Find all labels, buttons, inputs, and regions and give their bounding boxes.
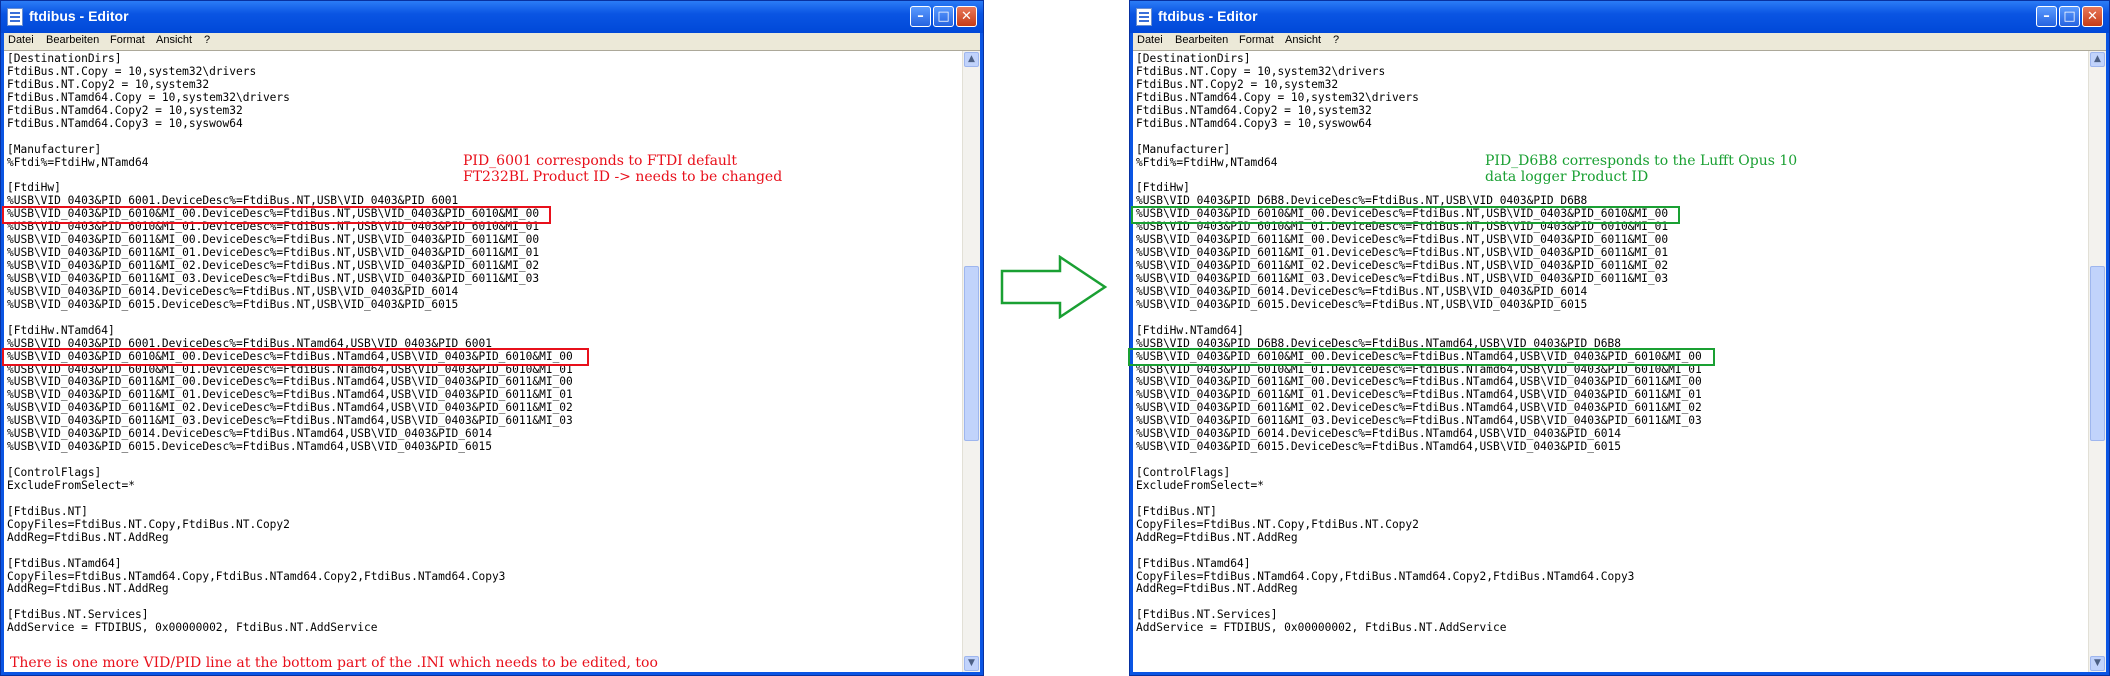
close-icon[interactable]: ✕ xyxy=(956,6,977,27)
text-line[interactable]: %USB\VID_0403&PID_6011&MI_03.DeviceDesc%… xyxy=(1136,272,2086,286)
text-line[interactable]: %USB\VID_0403&PID_6015.DeviceDesc%=FtdiB… xyxy=(7,298,960,312)
text-line[interactable] xyxy=(7,454,960,467)
editor-text[interactable]: [DestinationDirs] FtdiBus.NT.Copy = 10,sy… xyxy=(7,53,960,672)
menu-bearbeiten[interactable]: Bearbeiten xyxy=(1175,34,1228,46)
text-line[interactable]: CopyFiles=FtdiBus.NT.Copy,FtdiBus.NT.Cop… xyxy=(1136,518,2086,532)
text-line[interactable]: AddReg=FtdiBus.NT.AddReg xyxy=(7,582,960,596)
text-line[interactable]: FtdiBus.NT.Copy = 10,system32\drivers xyxy=(1136,65,2086,79)
text-line[interactable]: CopyFiles=FtdiBus.NT.Copy,FtdiBus.NT.Cop… xyxy=(7,518,960,532)
close-icon[interactable]: ✕ xyxy=(2082,6,2103,27)
text-line[interactable]: AddService = FTDIBUS, 0x00000002, FtdiBu… xyxy=(7,621,960,635)
text-line[interactable]: FtdiBus.NT.Copy2 = 10,system32 xyxy=(1136,78,2086,92)
title-bar[interactable]: ftdibus - Editor – □ ✕ xyxy=(1130,1,2109,33)
notepad-icon xyxy=(7,8,23,26)
text-line[interactable]: %USB\VID_0403&PID_6010&MI_00.DeviceDesc%… xyxy=(1136,350,2086,364)
annotation-pid-d6b8: PID_D6B8 corresponds to the Lufft Opus 1… xyxy=(1485,153,1798,185)
text-line[interactable]: %USB\VID_0403&PID_6015.DeviceDesc%=FtdiB… xyxy=(7,440,960,454)
text-line[interactable]: [DestinationDirs] xyxy=(7,53,960,66)
text-line[interactable]: FtdiBus.NTamd64.Copy3 = 10,syswow64 xyxy=(7,117,960,131)
text-line[interactable] xyxy=(1136,596,2086,609)
text-line[interactable] xyxy=(1136,312,2086,325)
text-line[interactable]: %USB\VID_0403&PID_6010&MI_00.DeviceDesc%… xyxy=(7,350,960,364)
menu-datei[interactable]: Datei xyxy=(8,34,34,46)
text-line[interactable]: FtdiBus.NT.Copy = 10,system32\drivers xyxy=(7,65,960,79)
minimize-icon[interactable]: – xyxy=(2036,6,2057,27)
text-line[interactable]: [FtdiBus.NT] xyxy=(7,505,960,519)
menu-ansicht[interactable]: Ansicht xyxy=(1285,34,1321,46)
scroll-up-icon[interactable]: ▲ xyxy=(2090,52,2105,67)
minimize-icon[interactable]: – xyxy=(910,6,931,27)
text-line[interactable]: AddReg=FtdiBus.NT.AddReg xyxy=(1136,582,2086,596)
text-line[interactable] xyxy=(1136,454,2086,467)
text-line[interactable]: %USB\VID_0403&PID_6014.DeviceDesc%=FtdiB… xyxy=(7,285,960,299)
text-line[interactable] xyxy=(1136,131,2086,144)
annotation-pid-6001: PID_6001 corresponds to FTDI default FT2… xyxy=(463,153,783,185)
vertical-scrollbar[interactable]: ▲ ▼ xyxy=(962,51,980,672)
text-line[interactable]: [FtdiBus.NTamd64] xyxy=(1136,557,2086,571)
text-line[interactable]: %USB\VID_0403&PID_6011&MI_03.DeviceDesc%… xyxy=(7,272,960,286)
text-line[interactable]: FtdiBus.NTamd64.Copy2 = 10,system32 xyxy=(1136,104,2086,118)
menu-datei[interactable]: Datei xyxy=(1137,34,1163,46)
window-title: ftdibus - Editor xyxy=(1158,8,1258,24)
menu-format[interactable]: Format xyxy=(1239,34,1274,46)
text-line[interactable]: FtdiBus.NTamd64.Copy3 = 10,syswow64 xyxy=(1136,117,2086,131)
title-bar[interactable]: ftdibus - Editor – □ ✕ xyxy=(1,1,983,33)
menu-help[interactable]: ? xyxy=(1333,34,1339,46)
scroll-down-icon[interactable]: ▼ xyxy=(964,656,979,671)
text-line[interactable]: AddReg=FtdiBus.NT.AddReg xyxy=(7,531,960,545)
menu-bar: Datei Bearbeiten Format Ansicht ? xyxy=(4,33,980,50)
text-line[interactable]: %USB\VID_0403&PID_D6B8.DeviceDesc%=FtdiB… xyxy=(1136,337,2086,351)
menu-bearbeiten[interactable]: Bearbeiten xyxy=(46,34,99,46)
text-line[interactable] xyxy=(1136,545,2086,558)
text-line[interactable]: ExcludeFromSelect=* xyxy=(7,479,960,493)
text-editor[interactable]: [DestinationDirs] FtdiBus.NT.Copy = 10,sy… xyxy=(1133,50,2106,672)
text-line[interactable]: %USB\VID_0403&PID_6015.DeviceDesc%=FtdiB… xyxy=(1136,298,2086,312)
text-line[interactable]: [ControlFlags] xyxy=(1136,466,2086,480)
text-line[interactable]: [FtdiBus.NT] xyxy=(1136,505,2086,519)
text-line[interactable] xyxy=(7,545,960,558)
text-line[interactable]: FtdiBus.NTamd64.Copy = 10,system32\drive… xyxy=(1136,91,2086,105)
notepad-window-left: ftdibus - Editor – □ ✕ Datei Bearbeiten … xyxy=(0,0,984,676)
text-line[interactable]: ExcludeFromSelect=* xyxy=(1136,479,2086,493)
maximize-icon[interactable]: □ xyxy=(2059,6,2080,27)
text-line[interactable]: %USB\VID_0403&PID_6001.DeviceDesc%=FtdiB… xyxy=(7,337,960,351)
text-line[interactable]: AddService = FTDIBUS, 0x00000002, FtdiBu… xyxy=(1136,621,2086,635)
scroll-thumb[interactable] xyxy=(2090,266,2105,441)
scroll-down-icon[interactable]: ▼ xyxy=(2090,656,2105,671)
text-line[interactable]: [ControlFlags] xyxy=(7,466,960,480)
menu-bar: Datei Bearbeiten Format Ansicht ? xyxy=(1133,33,2106,50)
text-line[interactable]: FtdiBus.NTamd64.Copy2 = 10,system32 xyxy=(7,104,960,118)
text-line[interactable]: AddReg=FtdiBus.NT.AddReg xyxy=(1136,531,2086,545)
vertical-scrollbar[interactable]: ▲ ▼ xyxy=(2088,51,2106,672)
right-arrow-icon xyxy=(1000,255,1108,319)
menu-format[interactable]: Format xyxy=(110,34,145,46)
text-line[interactable]: %USB\VID_0403&PID_6011&MI_02.DeviceDesc%… xyxy=(7,259,960,273)
scroll-thumb[interactable] xyxy=(964,266,979,441)
text-line[interactable]: FtdiBus.NT.Copy2 = 10,system32 xyxy=(7,78,960,92)
notepad-icon xyxy=(1136,8,1152,26)
text-line[interactable]: [FtdiHw.NTamd64] xyxy=(7,324,960,338)
text-line[interactable] xyxy=(1136,493,2086,506)
scroll-up-icon[interactable]: ▲ xyxy=(964,52,979,67)
text-line[interactable] xyxy=(7,131,960,144)
text-line[interactable]: [DestinationDirs] xyxy=(1136,53,2086,66)
text-line[interactable]: [FtdiHw.NTamd64] xyxy=(1136,324,2086,338)
menu-help[interactable]: ? xyxy=(204,34,210,46)
text-line[interactable]: %USB\VID_0403&PID_6015.DeviceDesc%=FtdiB… xyxy=(1136,440,2086,454)
text-line[interactable]: [FtdiBus.NTamd64] xyxy=(7,557,960,571)
text-line[interactable] xyxy=(7,493,960,506)
maximize-icon[interactable]: □ xyxy=(933,6,954,27)
annotation-bottom-note: There is one more VID/PID line at the bo… xyxy=(10,655,658,671)
text-line[interactable]: FtdiBus.NTamd64.Copy = 10,system32\drive… xyxy=(7,91,960,105)
menu-ansicht[interactable]: Ansicht xyxy=(156,34,192,46)
text-line[interactable] xyxy=(7,596,960,609)
text-line[interactable]: %USB\VID_0403&PID_6011&MI_02.DeviceDesc%… xyxy=(1136,259,2086,273)
notepad-window-right: ftdibus - Editor – □ ✕ Datei Bearbeiten … xyxy=(1128,0,2110,676)
editor-text[interactable]: [DestinationDirs] FtdiBus.NT.Copy = 10,sy… xyxy=(1136,53,2086,672)
text-line[interactable]: %USB\VID_0403&PID_6014.DeviceDesc%=FtdiB… xyxy=(1136,285,2086,299)
text-line[interactable] xyxy=(7,312,960,325)
text-editor[interactable]: [DestinationDirs] FtdiBus.NT.Copy = 10,sy… xyxy=(4,50,980,672)
window-title: ftdibus - Editor xyxy=(29,8,129,24)
